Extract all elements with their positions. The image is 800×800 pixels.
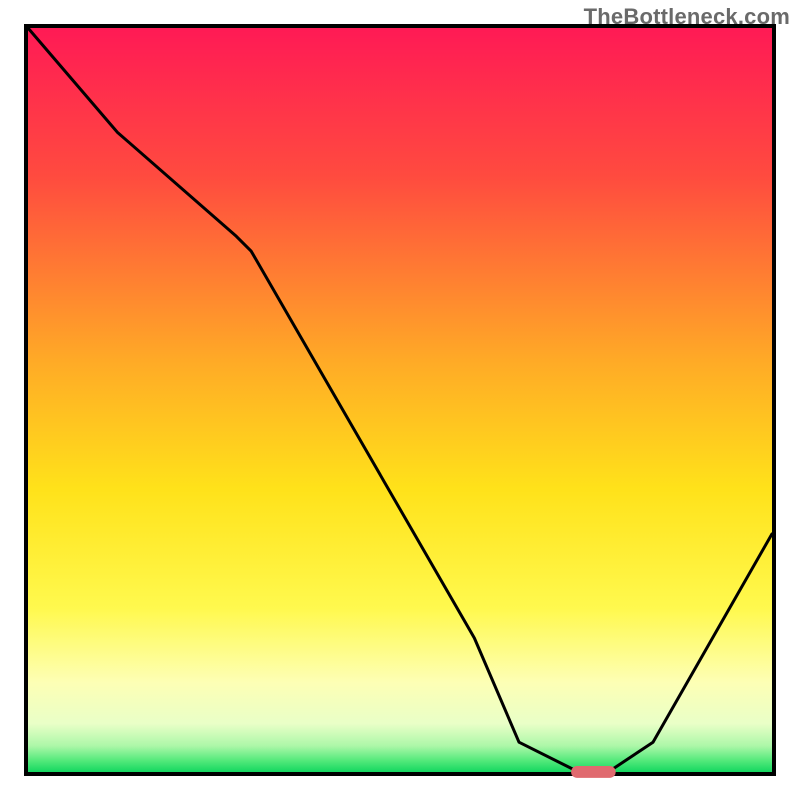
bottleneck-chart: TheBottleneck.com <box>0 0 800 800</box>
watermark-label: TheBottleneck.com <box>584 4 790 30</box>
plot-background <box>28 28 772 772</box>
chart-svg <box>0 0 800 800</box>
optimal-marker <box>571 766 616 778</box>
